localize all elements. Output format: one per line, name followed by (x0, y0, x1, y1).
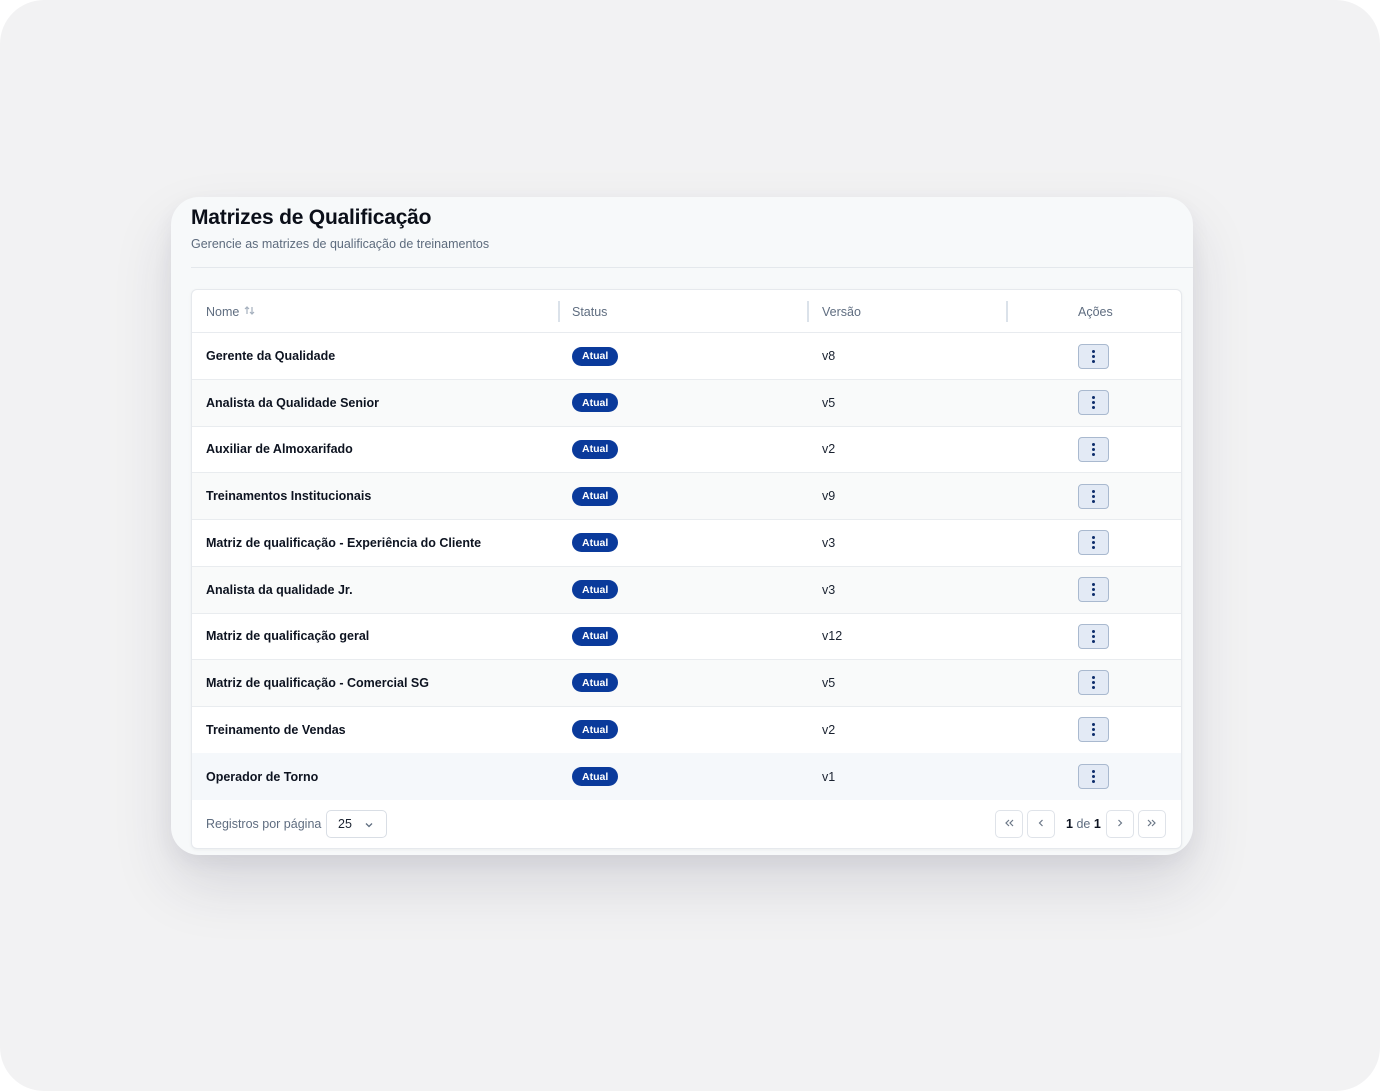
row-name: Matriz de qualificação - Experiência do … (206, 535, 482, 550)
row-actions-button[interactable] (1078, 530, 1109, 556)
row-name: Analista da Qualidade Senior (206, 395, 379, 410)
column-header-version[interactable]: Versão (822, 290, 861, 333)
chevron-left-icon (1035, 817, 1047, 832)
row-name: Operador de Torno (206, 769, 319, 784)
row-version: v2 (822, 722, 836, 737)
current-page: 1 (1066, 817, 1073, 831)
row-actions-button[interactable] (1078, 483, 1109, 509)
status-badge: Atual (572, 673, 619, 693)
row-version: v8 (822, 349, 836, 363)
chevrons-right-icon (1146, 817, 1158, 832)
kebab-menu-icon (1092, 723, 1095, 737)
row-name: Matriz de qualificação - Comercial SG (206, 675, 429, 690)
row-version: v9 (822, 489, 836, 504)
table-row[interactable]: Matriz de qualificação - Comercial SG Atu… (192, 659, 1181, 707)
rows-per-page-value: 25 (338, 817, 352, 831)
row-actions-button[interactable] (1078, 623, 1109, 649)
column-header-name[interactable]: Nome (206, 290, 255, 333)
row-name: Analista da qualidade Jr. (206, 582, 353, 597)
table-row[interactable]: Operador de Torno Atual v1 (192, 753, 1181, 801)
row-actions-button[interactable] (1078, 717, 1109, 743)
table-row[interactable]: Analista da qualidade Jr. Atual v3 (192, 566, 1181, 614)
table-row[interactable]: Gerente da Qualidade Atual v8 (192, 333, 1181, 380)
page-indicator: 1 de 1 (1066, 817, 1101, 831)
sort-arrows-icon[interactable] (244, 305, 255, 319)
kebab-menu-icon (1092, 676, 1095, 690)
column-header-name-label: Nome (206, 304, 240, 319)
prev-page-button[interactable] (1027, 810, 1055, 838)
page-title: Matrizes de Qualificação (191, 206, 432, 229)
row-version: v5 (822, 395, 836, 410)
page-of-label: de (1076, 817, 1091, 831)
column-resizer[interactable] (558, 301, 560, 322)
table-row[interactable]: Analista da Qualidade Senior Atual v5 (192, 379, 1181, 427)
kebab-menu-icon (1092, 629, 1095, 643)
column-header-status-label: Status (572, 304, 608, 319)
table-row[interactable]: Treinamento de Vendas Atual v2 (192, 707, 1181, 754)
row-version: v2 (822, 442, 836, 457)
kebab-menu-icon (1092, 396, 1095, 410)
table-row[interactable]: Treinamentos Institucionais Atual v9 (192, 473, 1181, 521)
row-version: v1 (822, 769, 836, 784)
row-actions-button[interactable] (1078, 764, 1109, 790)
column-resizer[interactable] (1006, 301, 1008, 322)
status-badge: Atual (572, 767, 619, 787)
status-badge: Atual (572, 720, 619, 740)
kebab-menu-icon (1092, 536, 1095, 550)
table-footer: Registros por página 25 1 de 1 (192, 798, 1181, 850)
row-version: v5 (822, 675, 836, 690)
kebab-menu-icon (1092, 583, 1095, 596)
status-badge: Atual (572, 580, 619, 599)
row-actions-button[interactable] (1078, 390, 1109, 416)
rows-per-page-select[interactable]: 25 (326, 810, 387, 838)
status-badge: Atual (572, 439, 619, 459)
last-page-button[interactable] (1138, 810, 1166, 838)
row-actions-button[interactable] (1078, 670, 1109, 696)
table-row[interactable]: Matriz de qualificação geral Atual v12 (192, 613, 1181, 661)
chevrons-left-icon (1003, 817, 1015, 832)
kebab-menu-icon (1092, 489, 1095, 503)
row-version: v3 (822, 582, 836, 597)
row-name: Auxiliar de Almoxarifado (206, 442, 353, 457)
total-pages: 1 (1093, 817, 1101, 831)
row-name: Gerente da Qualidade (206, 349, 336, 363)
row-actions-button[interactable] (1078, 436, 1109, 462)
chevron-down-icon (364, 819, 374, 833)
chevron-right-icon (1114, 817, 1126, 832)
row-version: v3 (822, 535, 836, 550)
table-row[interactable]: Auxiliar de Almoxarifado Atual v2 (192, 426, 1181, 474)
column-header-actions-label: Ações (1078, 304, 1113, 319)
table-row[interactable]: Matriz de qualificação - Experiência do … (192, 520, 1181, 567)
row-version: v12 (822, 629, 843, 644)
row-actions-button[interactable] (1078, 577, 1109, 602)
kebab-menu-icon (1092, 442, 1095, 456)
status-badge: Atual (572, 346, 619, 366)
status-badge: Atual (572, 533, 619, 553)
rows-per-page-label: Registros por página (206, 817, 322, 831)
row-actions-button[interactable] (1078, 343, 1109, 369)
header-divider (191, 267, 1193, 268)
column-resizer[interactable] (807, 301, 809, 322)
row-name: Matriz de qualificação geral (206, 629, 370, 644)
first-page-button[interactable] (995, 810, 1023, 838)
column-header-status[interactable]: Status (572, 290, 607, 333)
kebab-menu-icon (1092, 770, 1095, 784)
matrices-card: Matrizes de Qualificação Gerencie as mat… (171, 197, 1193, 855)
status-badge: Atual (572, 486, 619, 506)
kebab-menu-icon (1092, 349, 1095, 363)
next-page-button[interactable] (1106, 810, 1134, 838)
row-name: Treinamentos Institucionais (206, 489, 372, 504)
page-subtitle: Gerencie as matrizes de qualificação de … (191, 237, 490, 251)
status-badge: Atual (572, 626, 619, 646)
row-name: Treinamento de Vendas (206, 722, 346, 737)
column-header-actions: Ações (1078, 290, 1113, 333)
table-header: Nome Status Versão Ações (192, 290, 1181, 333)
matrices-table: Nome Status Versão Ações Gerente da Qual… (191, 289, 1182, 849)
status-badge: Atual (572, 393, 619, 413)
column-header-version-label: Versão (822, 304, 861, 319)
